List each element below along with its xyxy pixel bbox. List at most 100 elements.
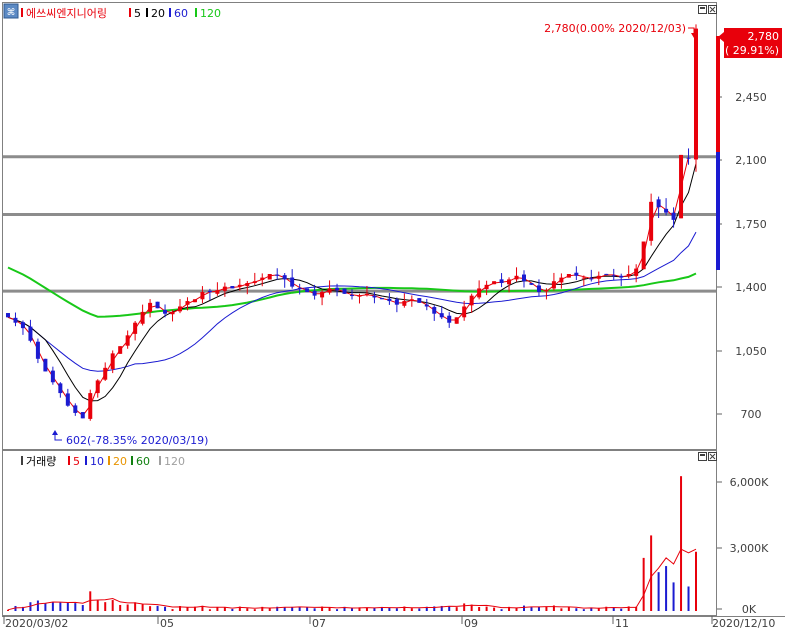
candle-body — [649, 201, 654, 241]
volume-bar — [59, 602, 62, 611]
candle-body — [507, 279, 512, 285]
candle-body — [170, 311, 175, 315]
candle-body — [80, 412, 85, 419]
candle-body — [469, 295, 474, 306]
volume-bar — [537, 606, 540, 611]
candle-body — [499, 279, 504, 284]
volume-bar — [81, 605, 84, 611]
candle-body — [237, 284, 242, 287]
candle-body — [364, 293, 369, 295]
volume-pane — [2, 450, 717, 616]
candle-body — [454, 317, 459, 324]
candle-body — [155, 301, 160, 309]
maximize-pane-icon[interactable] — [698, 452, 707, 461]
volume-bar — [306, 607, 309, 611]
volume-bar — [351, 608, 353, 611]
volume-bar — [665, 566, 668, 611]
candle-body — [35, 341, 40, 359]
volume-bar — [620, 608, 623, 611]
candle-body — [245, 283, 250, 287]
volume-bar — [231, 608, 234, 611]
candle-body — [110, 353, 115, 370]
ma-5-label: 5 — [134, 7, 141, 20]
volume-bar — [336, 609, 339, 611]
volume-bar — [672, 582, 675, 611]
candle-body — [544, 290, 549, 292]
candle-body — [536, 285, 541, 293]
volume-bar — [500, 609, 503, 611]
volume-bar — [96, 600, 99, 611]
axis-range-down — [716, 152, 720, 270]
candle-body — [222, 286, 227, 291]
stock-chart: 2,450 2,100 1,750 1,400 1,050 700 2,780 … — [2, 2, 785, 630]
candle-body — [140, 311, 145, 324]
volume-bar — [657, 572, 660, 611]
volume-title: 거래량 — [26, 455, 56, 468]
price-tick: 1,050 — [735, 345, 767, 358]
candle-body — [13, 317, 18, 323]
candle-body — [372, 295, 377, 298]
candle-body — [409, 299, 414, 302]
candle-body — [6, 313, 10, 318]
volume-bar — [418, 608, 421, 611]
volume-bar — [141, 604, 144, 611]
candle-body — [686, 157, 691, 159]
candle-body — [581, 277, 586, 279]
ma-20-label: 20 — [151, 7, 165, 20]
last-price-badge: 2,780 ( 29.91%) — [718, 28, 782, 58]
candle-body — [43, 358, 48, 372]
price-tick: 700 — [741, 408, 762, 421]
volume-bar — [560, 608, 563, 611]
candle-body — [163, 309, 168, 314]
volume-bar — [156, 605, 159, 611]
candle-body — [394, 299, 399, 305]
candle-body — [357, 295, 362, 297]
candle-body — [641, 241, 646, 270]
candle-body — [664, 208, 669, 213]
volume-tick: 6,000K — [730, 476, 769, 489]
candle-body — [275, 274, 280, 276]
candle-body — [58, 383, 63, 394]
candle-body — [133, 322, 138, 334]
candle-body — [50, 370, 55, 383]
candle-body — [95, 380, 100, 394]
vol-ma-10-label: 10 — [90, 455, 104, 468]
volume-bar — [373, 608, 376, 611]
volume-bar — [111, 600, 114, 611]
volume-bar — [582, 609, 585, 611]
price-axis: 2,450 2,100 1,750 1,400 1,050 700 — [717, 91, 767, 421]
volume-bar — [530, 607, 533, 611]
candle-body — [656, 199, 661, 208]
volume-bar — [66, 602, 69, 611]
candle-body — [574, 272, 579, 276]
volume-bar — [642, 557, 645, 611]
candle-body — [387, 298, 392, 302]
candle-body — [282, 275, 287, 280]
candle-body — [611, 275, 616, 277]
candle-body — [230, 286, 235, 289]
candle-body — [260, 277, 265, 280]
volume-tick: 3,000K — [730, 542, 769, 555]
stock-name: 에쓰씨엔지니어링 — [26, 7, 107, 20]
candle-body — [73, 405, 78, 413]
volume-bar — [119, 604, 122, 611]
volume-bar — [36, 600, 39, 611]
volume-bar — [680, 476, 683, 611]
candle-body — [65, 393, 70, 406]
price-tick: 2,100 — [735, 154, 767, 167]
volume-bar — [395, 608, 398, 611]
volume-bar — [104, 602, 107, 611]
maximize-pane-icon[interactable] — [698, 5, 707, 14]
candle-body — [551, 281, 556, 289]
candle-body — [634, 268, 639, 276]
volume-bar — [463, 603, 466, 611]
candle-body — [148, 302, 153, 312]
price-tick: 2,450 — [735, 91, 767, 104]
candle-body — [207, 290, 212, 293]
vol-ma-60-label: 60 — [136, 455, 150, 468]
candle-body — [215, 290, 220, 294]
candle-body — [125, 335, 130, 346]
candle-body — [566, 274, 571, 278]
high-label: 2,780(0.00% 2020/12/03) — [544, 22, 686, 35]
volume-bar — [575, 608, 578, 611]
